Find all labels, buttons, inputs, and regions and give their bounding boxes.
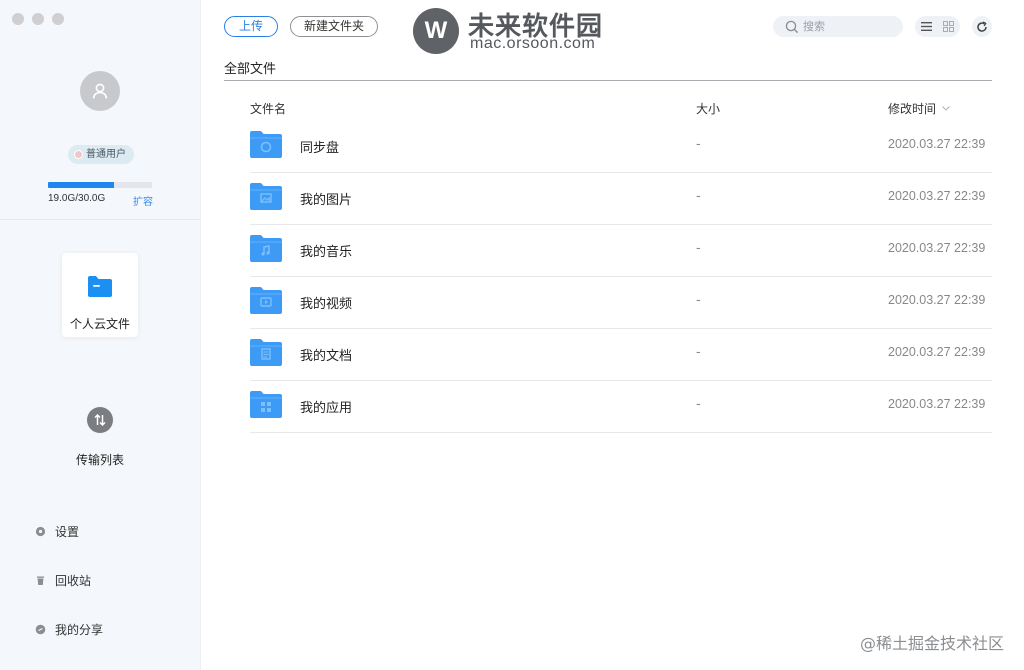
grid-view-icon[interactable] [938,16,961,37]
file-size: - [696,293,701,308]
file-size: - [696,241,701,256]
nav-label-cloud-files: 个人云文件 [69,317,130,331]
video-folder-icon [250,287,282,314]
refresh-icon [977,20,987,32]
sync-folder-icon [250,131,282,158]
file-modified-date: 2020.03.27 22:39 [888,397,986,411]
sidebar-item-settings[interactable]: 设置 [35,523,79,540]
minimize-window-button[interactable] [32,13,44,25]
table-row[interactable]: 我的音乐 - 2020.03.27 22:39 [250,225,992,277]
share-icon [35,624,46,635]
site-watermark: W 未来软件园 mac.orsoon.com [413,5,613,54]
badge-icon [74,150,83,159]
list-view-icon[interactable] [915,16,938,37]
view-mode-toggle [915,16,960,37]
music-folder-icon [250,235,282,262]
file-name: 我的应用 [300,401,353,416]
user-type-label: 普通用户 [86,149,126,160]
file-size: - [696,345,701,360]
upload-button[interactable]: 上传 [224,16,278,37]
table-row[interactable]: 我的视频 - 2020.03.27 22:39 [250,277,992,329]
footer-watermark: @稀土掘金技术社区 [859,634,1004,653]
arrows-updown-icon [94,413,106,427]
sidebar-divider [0,219,201,220]
column-header-name[interactable]: 文件名 [250,100,286,117]
storage-usage-text: 19.0G/30.0G [48,193,106,204]
table-row[interactable]: 我的应用 - 2020.03.27 22:39 [250,381,992,433]
storage-progress-fill [48,182,114,188]
sidebar-item-label: 设置 [55,525,80,539]
file-name: 同步盘 [300,141,340,156]
document-folder-icon [250,339,282,366]
file-modified-date: 2020.03.27 22:39 [888,137,986,151]
watermark-logo-icon: W [413,8,459,54]
zoom-window-button[interactable] [52,13,64,25]
app-folder-icon [250,391,282,418]
column-header-size[interactable]: 大小 [696,100,720,117]
sidebar-item-my-shares[interactable]: 我的分享 [35,621,103,638]
storage-progress-bar [48,182,152,188]
column-header-modified-label: 修改时间 [888,102,937,116]
file-size: - [696,137,701,152]
image-folder-icon [250,183,282,210]
file-size: - [696,397,701,412]
file-name: 我的音乐 [300,245,353,260]
sidebar-item-label: 回收站 [55,574,92,588]
refresh-button[interactable] [972,16,992,37]
search-box[interactable] [773,16,903,37]
window-controls [12,13,64,25]
table-row[interactable]: 同步盘 - 2020.03.27 22:39 [250,121,992,173]
transfer-icon[interactable] [87,407,113,433]
file-size: - [696,189,701,204]
sidebar: 普通用户 19.0G/30.0G 扩容 个人云文件 传输列表 设置 回收站 我的… [0,0,201,670]
search-input[interactable] [803,20,893,33]
column-header-modified[interactable]: 修改时间 [888,100,950,117]
trash-icon [35,575,46,586]
file-modified-date: 2020.03.27 22:39 [888,189,986,203]
gear-icon [35,526,46,537]
breadcrumb[interactable]: 全部文件 [224,58,276,77]
folder-icon [88,276,112,297]
file-modified-date: 2020.03.27 22:39 [888,293,986,307]
file-modified-date: 2020.03.27 22:39 [888,241,986,255]
user-type-badge: 普通用户 [68,145,134,164]
avatar[interactable] [80,71,120,111]
close-window-button[interactable] [12,13,24,25]
watermark-site-url: mac.orsoon.com [470,35,596,52]
expand-storage-link[interactable]: 扩容 [133,193,153,208]
file-name: 我的图片 [300,193,353,208]
table-row[interactable]: 我的文档 - 2020.03.27 22:39 [250,329,992,381]
file-name: 我的文档 [300,349,353,364]
table-row[interactable]: 我的图片 - 2020.03.27 22:39 [250,173,992,225]
file-modified-date: 2020.03.27 22:39 [888,345,986,359]
search-icon [785,20,799,33]
file-name: 我的视频 [300,297,353,312]
nav-item-cloud-files[interactable]: 个人云文件 [62,253,138,337]
breadcrumb-divider [224,80,992,81]
sidebar-item-recycle-bin[interactable]: 回收站 [35,572,91,589]
nav-label-transfer-list[interactable]: 传输列表 [62,451,138,468]
sidebar-item-label: 我的分享 [55,623,104,637]
new-folder-button[interactable]: 新建文件夹 [290,16,378,37]
chevron-down-icon [942,106,950,111]
user-icon [92,83,108,99]
